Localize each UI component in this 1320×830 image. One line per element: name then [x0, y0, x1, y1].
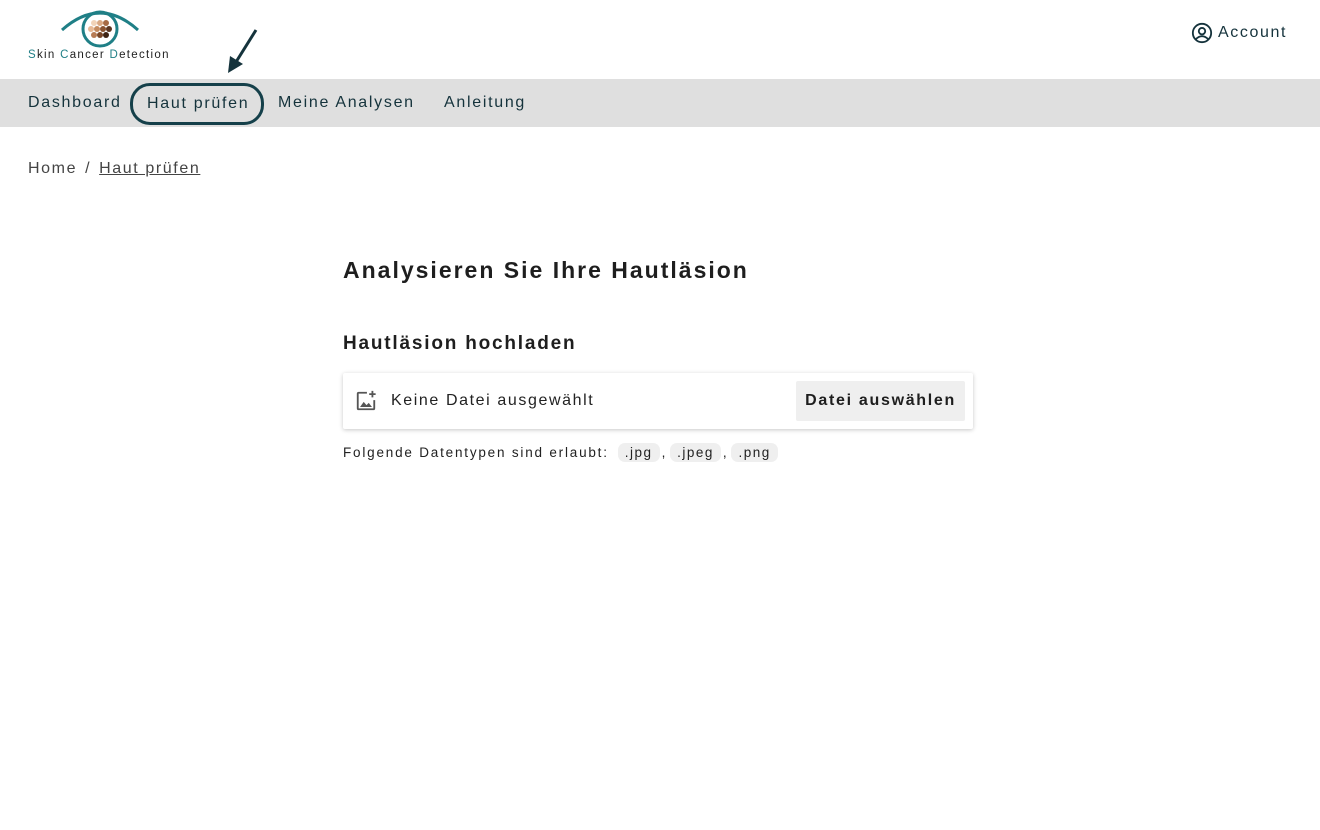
- allowed-types-label: Folgende Datentypen sind erlaubt:: [343, 445, 609, 460]
- account-label: Account: [1217, 24, 1287, 41]
- nav-item-dashboard[interactable]: Dashboard: [28, 79, 122, 127]
- nav-item-meine-analysen[interactable]: Meine Analysen: [278, 79, 415, 127]
- breadcrumb: Home / Haut prüfen: [28, 160, 200, 178]
- main-content: Analysieren Sie Ihre Hautläsion Hautläsi…: [343, 257, 973, 462]
- main-nav: Dashboard Haut prüfen Meine Analysen Anl…: [0, 79, 1320, 127]
- upload-status-text: Keine Datei ausgewählt: [391, 392, 595, 409]
- breadcrumb-home[interactable]: Home: [28, 160, 77, 177]
- account-button[interactable]: Account: [1191, 22, 1287, 44]
- upload-section-title: Hautläsion hochladen: [343, 333, 577, 354]
- logo-wordmark: Skin Cancer Detection: [28, 49, 170, 61]
- eye-logo-icon: [61, 10, 139, 48]
- logo[interactable]: Skin Cancer Detection: [27, 8, 179, 66]
- allowed-types: Folgende Datentypen sind erlaubt: .jpg,.…: [343, 443, 973, 462]
- breadcrumb-separator: /: [85, 160, 92, 177]
- choose-file-button[interactable]: Datei auswählen: [796, 381, 965, 421]
- page-title: Analysieren Sie Ihre Hautläsion: [343, 257, 749, 283]
- file-type-chip: .jpg: [617, 443, 660, 462]
- file-type-chip: .png: [731, 443, 778, 462]
- breadcrumb-current[interactable]: Haut prüfen: [99, 160, 200, 177]
- type-separator: ,: [722, 445, 729, 460]
- file-type-chip: .jpeg: [670, 443, 721, 462]
- nav-item-haut-pruefen[interactable]: Haut prüfen: [130, 83, 265, 125]
- type-separator: ,: [661, 445, 668, 460]
- file-upload-field[interactable]: Keine Datei ausgewählt Datei auswählen: [343, 373, 973, 429]
- user-circle-icon: [1191, 22, 1213, 44]
- add-photo-icon: [356, 390, 376, 411]
- annotation-arrow-icon: [228, 29, 258, 73]
- top-bar: Skin Cancer Detection Account: [0, 0, 1320, 79]
- nav-item-anleitung[interactable]: Anleitung: [444, 79, 526, 127]
